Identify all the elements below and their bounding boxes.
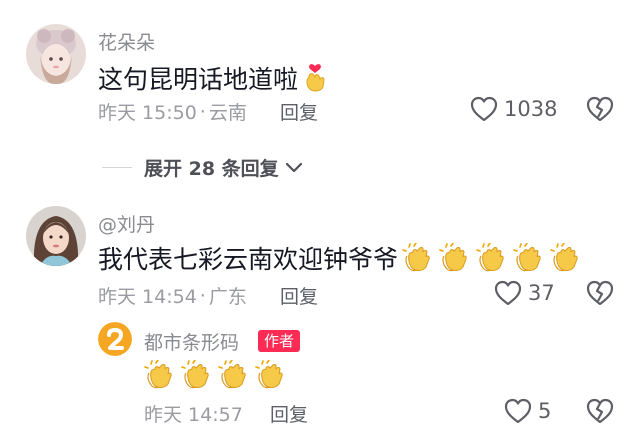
meta-dot: · <box>199 284 206 307</box>
comment-time: 昨天 15:50 <box>98 102 197 124</box>
expand-divider <box>102 167 132 168</box>
like-count: 1038 <box>504 97 558 121</box>
reply-button[interactable]: 回复 <box>280 98 318 125</box>
clapping-hands-emoji-icon <box>550 242 580 273</box>
broken-heart-icon <box>586 398 614 424</box>
clapping-hands-emoji-icon <box>439 242 469 273</box>
heart-outline-icon <box>470 96 498 122</box>
expand-replies-label: 展开 28 条回复 <box>144 158 279 180</box>
avatar[interactable] <box>26 206 86 266</box>
comment-username[interactable]: 花朵朵 <box>98 28 155 55</box>
comment-meta: 昨天 14:54 · 广东 <box>98 282 247 309</box>
dislike-button[interactable] <box>586 280 614 310</box>
comment-text: 这句昆明话地道啦 <box>98 65 299 94</box>
like-button[interactable]: 1038 <box>470 96 557 122</box>
chevron-down-icon <box>285 162 302 172</box>
clapping-hands-emoji-icon <box>402 242 432 273</box>
brand-logo-icon <box>98 322 132 356</box>
reply-username[interactable]: 都市条形码 <box>144 328 239 355</box>
expand-replies-button[interactable]: 展开 28 条回复 <box>102 154 303 181</box>
clapping-hands-emoji-icon <box>476 242 506 273</box>
clapping-emoji-row <box>402 242 587 273</box>
clapping-hands-emoji-icon <box>255 359 285 390</box>
clapping-emoji-row <box>144 359 292 390</box>
like-button[interactable]: 5 <box>504 398 551 424</box>
reply-time: 昨天 14:57 <box>144 404 243 426</box>
comment-time: 昨天 14:54 <box>98 286 197 308</box>
reply-content-row <box>144 359 292 390</box>
comment-meta: 昨天 15:50 · 云南 <box>98 98 247 125</box>
comment-text-row: 我代表七彩云南欢迎钟爷爷 <box>98 240 587 276</box>
comment-username[interactable]: @刘丹 <box>98 210 155 237</box>
comment-location: 云南 <box>208 102 247 124</box>
author-avatar[interactable] <box>98 322 132 356</box>
clapping-hands-emoji-icon <box>218 359 248 390</box>
avatar-image <box>26 206 86 266</box>
comment-list: 花朵朵 这句昆明话地道啦 昨天 15:50 · 云南 回复 1038 展开 28… <box>0 0 640 445</box>
dislike-button[interactable] <box>586 398 614 428</box>
heart-outline-icon <box>494 280 522 306</box>
comment-location: 广东 <box>208 286 247 308</box>
like-button[interactable]: 37 <box>494 280 555 306</box>
heart-outline-icon <box>504 398 532 424</box>
comment-text-row: 这句昆明话地道啦 <box>98 60 328 96</box>
author-badge: 作者 <box>258 330 301 352</box>
reply-button[interactable]: 回复 <box>280 282 318 309</box>
dislike-button[interactable] <box>586 96 614 126</box>
avatar[interactable] <box>26 24 86 84</box>
clapping-hands-emoji-icon <box>144 359 174 390</box>
meta-dot: · <box>199 100 206 123</box>
clapping-hands-emoji-icon <box>181 359 211 390</box>
broken-heart-icon <box>586 96 614 122</box>
reply-button[interactable]: 回复 <box>270 400 308 427</box>
like-count: 37 <box>528 281 555 305</box>
heart-hand-emoji-icon <box>302 63 328 93</box>
broken-heart-icon <box>586 280 614 306</box>
avatar-image <box>26 24 86 84</box>
comment-text: 我代表七彩云南欢迎钟爷爷 <box>98 245 399 274</box>
reply-meta: 昨天 14:57 <box>144 400 243 427</box>
like-count: 5 <box>538 399 552 423</box>
clapping-hands-emoji-icon <box>513 242 543 273</box>
